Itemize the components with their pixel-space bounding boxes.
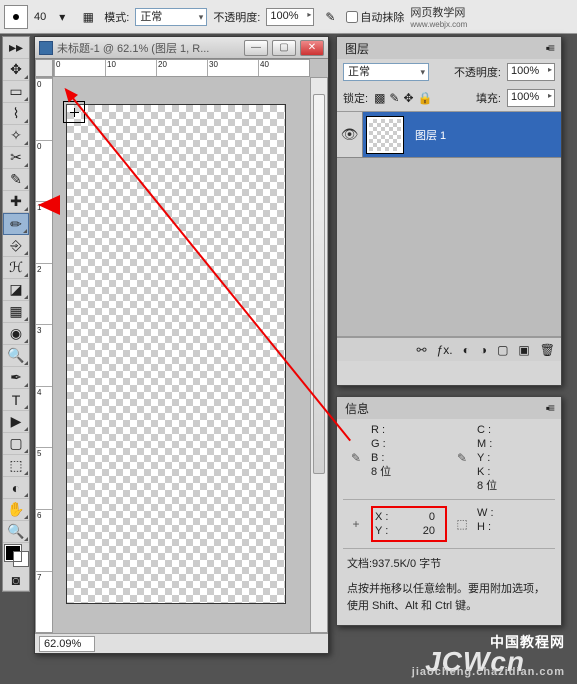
- scrollbar-vertical[interactable]: [310, 77, 328, 633]
- layer-fx-icon[interactable]: ƒx.: [437, 343, 453, 357]
- document-title: 未标题-1 @ 62.1% (图层 1, R...: [57, 40, 209, 56]
- mode-label: 模式:: [104, 9, 129, 25]
- x-value: 0: [429, 510, 435, 524]
- y-value: 20: [423, 524, 435, 538]
- layer-group-icon[interactable]: ▢: [497, 343, 508, 357]
- ruler-vertical[interactable]: 0 0 1 2 3 4 5 6 7: [35, 77, 53, 633]
- type-tool[interactable]: T: [3, 389, 29, 411]
- dimensions-icon: ⬚: [451, 517, 473, 531]
- watermark-url: jiaocheng.chazidian.com: [412, 666, 565, 678]
- link-layers-icon[interactable]: ⚯: [417, 343, 427, 357]
- panel-menu-icon[interactable]: ▪≡: [546, 41, 553, 55]
- canvas[interactable]: [67, 105, 285, 603]
- hand-tool[interactable]: ✋: [3, 499, 29, 521]
- layer-row-1[interactable]: 👁 图层 1: [337, 112, 561, 158]
- visibility-icon[interactable]: 👁: [337, 112, 363, 157]
- 3d-tool[interactable]: ⬚: [3, 455, 29, 477]
- gradient-tool[interactable]: ▦: [3, 301, 29, 323]
- ps-icon: [39, 41, 53, 55]
- layers-tab[interactable]: 图层 ▪≡: [337, 37, 561, 59]
- eyedropper-rgb-icon: ✎: [345, 451, 367, 465]
- minimize-button[interactable]: —: [244, 40, 268, 56]
- history-brush-tool[interactable]: ℋ: [3, 257, 29, 279]
- panel-menu-icon[interactable]: ▪≡: [546, 401, 553, 415]
- mode-dropdown[interactable]: 正常: [135, 8, 207, 26]
- clone-stamp-tool[interactable]: ⎆: [3, 235, 29, 257]
- toolbox: ▸▸ ✥ ▭ ⌇ ✧ ✂ ✎ ✚ ✏ ⎆ ℋ ◪ ▦ ◉ 🔍 ✒ T ▶ ▢ ⬚…: [2, 36, 30, 592]
- magic-wand-tool[interactable]: ✧: [3, 125, 29, 147]
- options-bar: 40 ▾ ▦ 模式: 正常 不透明度: 100% ✎ 自动抹除 网页教学网 ww…: [0, 0, 577, 34]
- tablet-opacity-icon[interactable]: ✎: [320, 7, 340, 27]
- scroll-thumb[interactable]: [313, 94, 325, 474]
- xy-highlight: X :0 Y :20: [371, 506, 447, 542]
- lock-all-icon[interactable]: 🔒: [418, 91, 433, 105]
- lock-move-icon[interactable]: ✥: [403, 91, 413, 105]
- status-bar: 62.09%: [35, 633, 328, 653]
- layers-panel-footer: ⚯ ƒx. ◐ ◑ ▢ ▣ 🗑: [337, 337, 561, 361]
- color-swatches[interactable]: [3, 543, 29, 569]
- lock-brush-icon[interactable]: ✎: [389, 91, 399, 105]
- pen-tool[interactable]: ✒: [3, 367, 29, 389]
- new-layer-icon[interactable]: ▣: [518, 343, 529, 357]
- file-info: 文档:937.5K/0 字节: [337, 551, 561, 575]
- layer-opacity-label: 不透明度:: [454, 64, 501, 80]
- blur-tool[interactable]: ◉: [3, 323, 29, 345]
- layer-thumbnail[interactable]: [367, 117, 403, 153]
- blend-mode-dropdown[interactable]: 正常: [343, 63, 429, 81]
- fill-input[interactable]: 100%: [507, 89, 555, 107]
- delete-layer-icon[interactable]: 🗑: [540, 343, 555, 357]
- zoom-tool[interactable]: 🔍: [3, 521, 29, 543]
- opacity-label: 不透明度:: [213, 9, 260, 25]
- move-tool[interactable]: ✥: [3, 59, 29, 81]
- info-tab[interactable]: 信息 ▪≡: [337, 397, 561, 419]
- path-selection-tool[interactable]: ▶: [3, 411, 29, 433]
- background-color[interactable]: [13, 551, 29, 567]
- ruler-horizontal[interactable]: 0 10 20 30 40: [53, 59, 310, 77]
- camera-tool[interactable]: ◐: [3, 477, 29, 499]
- adjustment-layer-icon[interactable]: ◑: [480, 343, 487, 357]
- watermark-cn: 中国教程网: [490, 632, 565, 652]
- brush-panel-icon[interactable]: ▦: [78, 7, 98, 27]
- crop-tool[interactable]: ✂: [3, 147, 29, 169]
- maximize-button[interactable]: ▢: [272, 40, 296, 56]
- brush-size: 40: [34, 11, 46, 23]
- fill-label: 填充:: [476, 90, 501, 106]
- marquee-tool[interactable]: ▭: [3, 81, 29, 103]
- pencil-tool[interactable]: ✏: [3, 213, 29, 235]
- ruler-corner: [35, 59, 53, 77]
- opacity-input[interactable]: 100%: [266, 8, 314, 26]
- close-button[interactable]: ✕: [300, 40, 324, 56]
- healing-brush-tool[interactable]: ✚: [3, 191, 29, 213]
- canvas-area[interactable]: [53, 77, 310, 633]
- quickmask-tool[interactable]: ◙: [3, 569, 29, 591]
- lasso-tool[interactable]: ⌇: [3, 103, 29, 125]
- brush-preset-picker-icon[interactable]: ▾: [52, 7, 72, 27]
- coords-icon: +: [345, 517, 367, 531]
- layer-name[interactable]: 图层 1: [407, 127, 446, 143]
- tool-hint: 点按并拖移以任意绘制。要用附加选项，使用 Shift、Alt 和 Ctrl 键。: [337, 575, 561, 620]
- lock-transparent-icon[interactable]: ▩: [374, 91, 385, 105]
- zoom-input[interactable]: 62.09%: [39, 636, 95, 652]
- collapse-icon[interactable]: ▸▸: [3, 37, 29, 59]
- eraser-tool[interactable]: ◪: [3, 279, 29, 301]
- lock-label: 锁定:: [343, 90, 368, 106]
- eyedropper-tool[interactable]: ✎: [3, 169, 29, 191]
- brush-cursor: [63, 101, 85, 123]
- eyedropper-cmyk-icon: ✎: [451, 451, 473, 465]
- document-titlebar[interactable]: 未标题-1 @ 62.1% (图层 1, R... — ▢ ✕: [35, 37, 328, 59]
- dodge-tool[interactable]: 🔍: [3, 345, 29, 367]
- watermark-logo: JCWcn: [425, 646, 525, 678]
- document-window: 未标题-1 @ 62.1% (图层 1, R... — ▢ ✕ 0 10 20 …: [34, 36, 329, 654]
- layers-panel: 图层 ▪≡ 正常 不透明度: 100% 锁定: ▩ ✎ ✥ 🔒 填充: 100%…: [336, 36, 562, 386]
- layer-mask-icon[interactable]: ◐: [463, 343, 470, 357]
- brush-preview[interactable]: [4, 5, 28, 29]
- auto-erase-checkbox[interactable]: 自动抹除: [346, 9, 404, 25]
- info-panel: 信息 ▪≡ ✎ R : G : B : 8 位 ✎ C : M : Y : K …: [336, 396, 562, 626]
- rectangle-tool[interactable]: ▢: [3, 433, 29, 455]
- layer-opacity-input[interactable]: 100%: [507, 63, 555, 81]
- site-link[interactable]: 网页教学网 www.webjx.com: [410, 4, 467, 29]
- layer-list: 👁 图层 1: [337, 111, 561, 337]
